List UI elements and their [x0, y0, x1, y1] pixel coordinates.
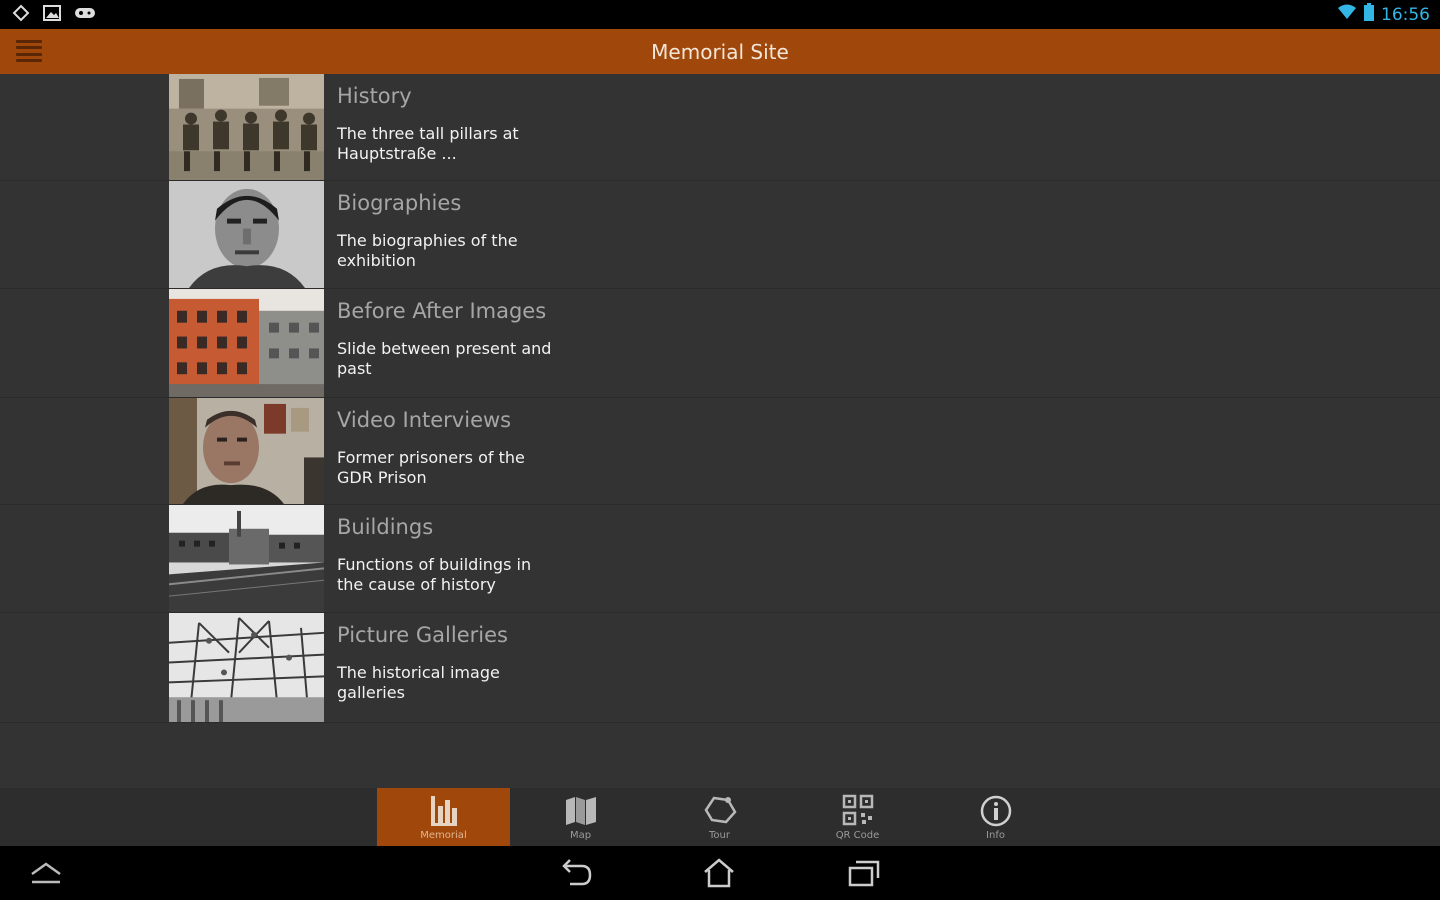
- qr-code-icon: [842, 794, 873, 826]
- thumbnail-image: [169, 613, 324, 722]
- tab-label: QR Code: [835, 830, 880, 841]
- thumbnail-image: [169, 74, 324, 180]
- tab-info[interactable]: Info: [929, 788, 1062, 846]
- tab-label: Tour: [709, 830, 730, 841]
- item-title: Video Interviews: [337, 408, 512, 432]
- list-item-video-interviews[interactable]: Video Interviews Former prisoners of the…: [0, 398, 1440, 505]
- bar-chart-icon: [430, 796, 457, 826]
- wifi-icon: [1337, 4, 1357, 25]
- status-bar: 16:56: [0, 0, 1440, 29]
- list-item-picture-galleries[interactable]: Picture Galleries The historical image g…: [0, 613, 1440, 723]
- tab-map[interactable]: Map: [514, 788, 647, 846]
- item-title: Biographies: [337, 191, 462, 215]
- item-subtitle: The historical image galleries: [337, 663, 500, 702]
- tab-label: Info: [986, 830, 1005, 841]
- menu-up-button[interactable]: [26, 856, 66, 890]
- menu-line: [16, 58, 42, 62]
- app-screen: 16:56 Memorial Site History The three ta…: [0, 0, 1440, 900]
- battery-icon: [1363, 3, 1375, 26]
- item-title: Picture Galleries: [337, 623, 508, 647]
- page-title: Memorial Site: [651, 39, 789, 64]
- menu-line: [16, 40, 42, 43]
- thumbnail-image: [169, 289, 324, 397]
- gamepad-notification-icon: [74, 5, 96, 25]
- list-item-buildings[interactable]: Buildings Functions of buildings in the …: [0, 505, 1440, 613]
- home-button[interactable]: [699, 856, 739, 890]
- thumbnail-image: [169, 181, 324, 288]
- tour-icon: [704, 796, 737, 824]
- menu-line: [16, 52, 42, 56]
- tab-qr-code[interactable]: QR Code: [791, 788, 924, 846]
- bottom-tab-bar: Memorial Map Tour QR Code Info: [0, 788, 1440, 846]
- tab-memorial[interactable]: Memorial: [377, 788, 510, 846]
- tab-label: Memorial: [420, 830, 467, 841]
- list-item-before-after-images[interactable]: Before After Images Slide between presen…: [0, 289, 1440, 398]
- system-nav-bar: [0, 846, 1440, 900]
- back-arrow-icon: [562, 859, 592, 886]
- action-bar: Memorial Site: [0, 29, 1440, 74]
- list-item-biographies[interactable]: Biographies The biographies of the exhib…: [0, 181, 1440, 289]
- item-title: Buildings: [337, 515, 434, 539]
- chevron-up-icon: [31, 862, 61, 884]
- item-title: History: [337, 84, 412, 108]
- menu-button[interactable]: [16, 40, 42, 62]
- recent-apps-button[interactable]: [844, 856, 884, 890]
- image-notification-icon: [42, 4, 62, 26]
- item-subtitle: Functions of buildings in the cause of h…: [337, 555, 532, 594]
- info-icon: [980, 795, 1011, 827]
- item-subtitle: Slide between present and past: [337, 339, 552, 378]
- clock: 16:56: [1381, 4, 1430, 25]
- item-subtitle: The biographies of the exhibition: [337, 231, 518, 270]
- diamond-notification-icon: [12, 4, 30, 26]
- item-subtitle: The three tall pillars at Hauptstraße ..…: [337, 124, 519, 163]
- menu-line: [16, 46, 42, 50]
- tab-label: Map: [569, 830, 592, 841]
- list-item-history[interactable]: History The three tall pillars at Haupts…: [0, 74, 1440, 181]
- map-icon: [565, 797, 596, 825]
- thumbnail-image: [169, 505, 324, 612]
- item-subtitle: Former prisoners of the GDR Prison: [337, 448, 525, 487]
- back-button[interactable]: [556, 856, 596, 890]
- home-icon: [704, 858, 734, 888]
- item-title: Before After Images: [337, 299, 547, 323]
- thumbnail-image: [169, 398, 324, 504]
- tab-tour[interactable]: Tour: [653, 788, 786, 846]
- memorial-list: History The three tall pillars at Haupts…: [0, 74, 1440, 723]
- recent-apps-icon: [848, 860, 880, 887]
